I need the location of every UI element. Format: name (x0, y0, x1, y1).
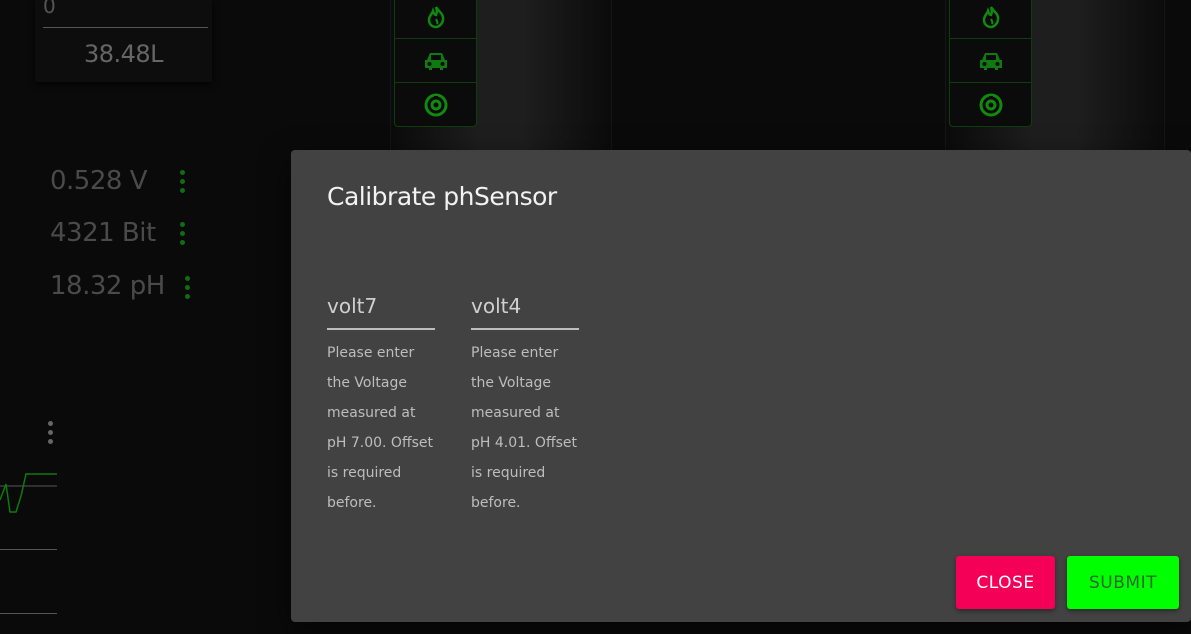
volt4-input[interactable]: volt4 (471, 290, 579, 330)
submit-button[interactable]: SUBMIT (1067, 556, 1179, 609)
volt7-input[interactable]: volt7 (327, 290, 435, 330)
flame-cell[interactable] (950, 0, 1031, 39)
tank-card: 0 38.48L (35, 0, 212, 82)
volt4-helper-text: Please enter the Voltage measured at pH … (471, 345, 577, 511)
tank-volume: 38.48L (83, 40, 164, 68)
car-cell[interactable] (395, 39, 476, 83)
chart-menu-icon[interactable] (46, 421, 54, 445)
car-cell[interactable] (950, 39, 1031, 83)
gauge-icon (424, 93, 447, 117)
more-vert-icon[interactable] (178, 170, 186, 194)
icon-stack-1 (394, 0, 477, 127)
sparkline (0, 473, 57, 513)
gauge-icon (979, 93, 1002, 117)
flame-cell[interactable] (395, 0, 476, 39)
close-button[interactable]: CLOSE (956, 556, 1055, 609)
tank-top-value: 0 (43, 0, 56, 18)
car-icon (424, 52, 447, 70)
icon-stack-2 (949, 0, 1032, 127)
divider (43, 27, 208, 28)
more-vert-icon[interactable] (178, 222, 186, 246)
gauge-cell[interactable] (950, 83, 1031, 127)
flame-icon (427, 5, 444, 28)
reading-voltage: 0.528 V (50, 166, 147, 196)
reading-bits: 4321 Bit (50, 218, 156, 248)
volt7-field: volt7 Please enter the Voltage measured … (327, 290, 435, 518)
more-vert-icon[interactable] (183, 276, 191, 300)
chart-gridline (0, 613, 57, 614)
volt4-field: volt4 Please enter the Voltage measured … (471, 290, 579, 518)
flame-icon (982, 5, 999, 28)
reading-ph: 18.32 pH (50, 271, 165, 301)
car-icon (979, 52, 1002, 70)
volt7-helper-text: Please enter the Voltage measured at pH … (327, 345, 433, 511)
chart-gridline (0, 549, 57, 550)
dialog-title: Calibrate phSensor (327, 182, 557, 211)
calibrate-dialog: Calibrate phSensor volt7 Please enter th… (291, 150, 1191, 622)
gauge-cell[interactable] (395, 83, 476, 127)
